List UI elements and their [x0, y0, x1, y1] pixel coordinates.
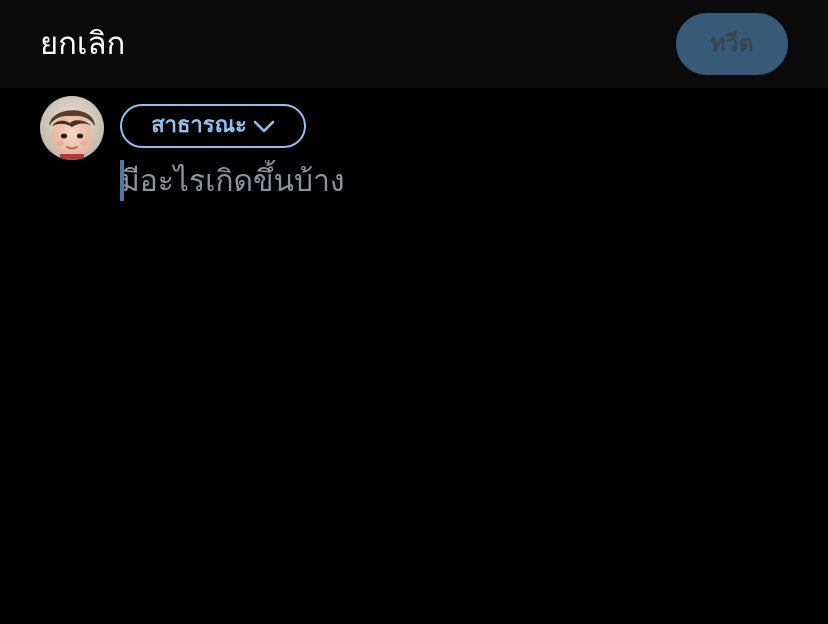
profile-avatar-image: [40, 96, 104, 160]
compose-area: [120, 160, 780, 202]
tweet-button[interactable]: ทวีต: [676, 13, 788, 75]
avatar[interactable]: [40, 96, 104, 160]
chevron-down-icon: [253, 120, 275, 133]
cancel-button[interactable]: ยกเลิก: [40, 22, 125, 66]
compose-input[interactable]: [120, 160, 780, 202]
audience-selector[interactable]: สาธารณะ: [120, 104, 306, 148]
audience-label: สาธารณะ: [151, 113, 247, 138]
compose-header: ยกเลิก ทวีต: [0, 0, 828, 88]
text-caret: [120, 160, 124, 201]
